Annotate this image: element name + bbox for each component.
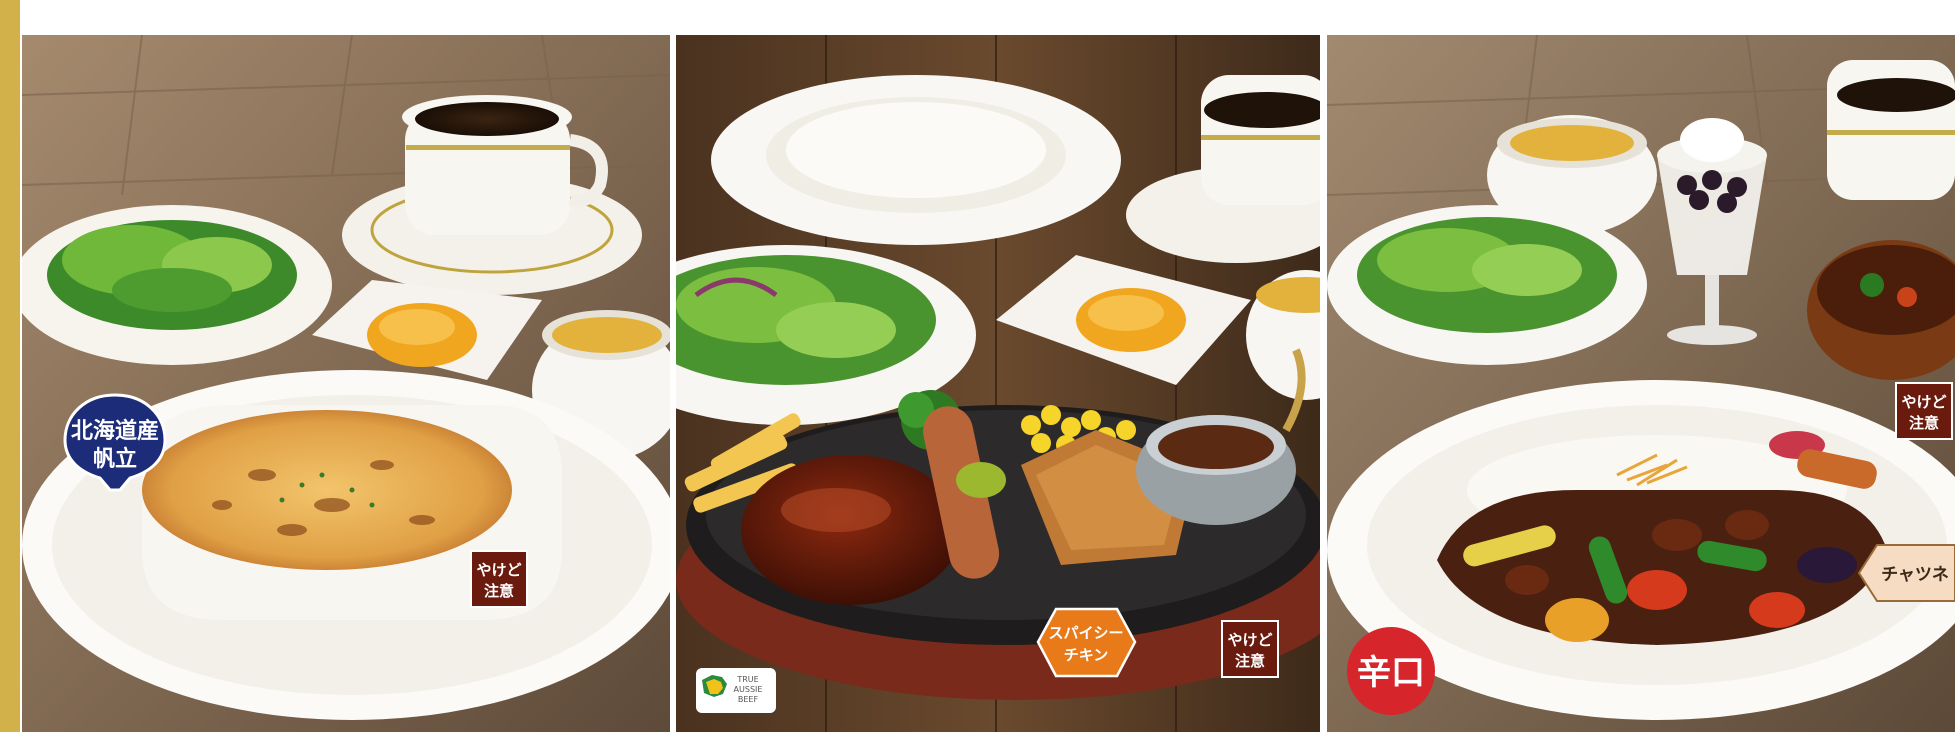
chutney-label: チャツネ [1881,565,1949,585]
burn-caution-label: やけど 注意 [1221,620,1279,678]
burn-caution-label: やけど 注意 [470,550,528,608]
spicy-hot-badge: 辛口 [1347,627,1435,715]
caution-line1: やけど [1901,393,1946,411]
caution-line1: やけど [1227,631,1272,649]
menu-banner: 北海道産 帆立 やけど 注意 やけど 注意 スパイシー チキン TRUE AUS… [0,0,1955,732]
caution-line2: 注意 [1909,414,1939,432]
spicy-label: 辛口 [1357,653,1425,693]
hokkaido-scallop-badge: 北海道産 帆立 [63,393,167,492]
badge-line2: 帆立 [93,446,137,472]
gold-side-bar [0,0,20,732]
true-aussie-beef-logo: TRUE AUSSIE BEEF [696,668,776,713]
caution-line2: 注意 [1235,652,1265,670]
chutney-tag: チャツネ [1857,544,1955,602]
logo-line2: AUSSIE [734,685,763,694]
panel-hamburg-set[interactable]: やけど 注意 スパイシー チキン TRUE AUSSIE BEEF [676,35,1320,732]
logo-line3: BEEF [738,695,759,704]
panel-gratin-set[interactable]: 北海道産 帆立 やけど 注意 [22,35,670,732]
caution-line2: 注意 [484,582,514,600]
spicy-tag-line1: スパイシー [1048,624,1123,642]
logo-line1: TRUE [736,675,758,684]
spicy-chicken-tag: スパイシー チキン [1036,607,1137,678]
panel-curry-set[interactable]: やけど 注意 チャツネ 辛口 [1327,35,1955,732]
spicy-tag-line2: チキン [1064,646,1109,664]
badge-line1: 北海道産 [71,418,159,444]
caution-line1: やけど [476,561,521,579]
gratin-photo [22,35,670,732]
burn-caution-label: やけど 注意 [1895,382,1953,440]
